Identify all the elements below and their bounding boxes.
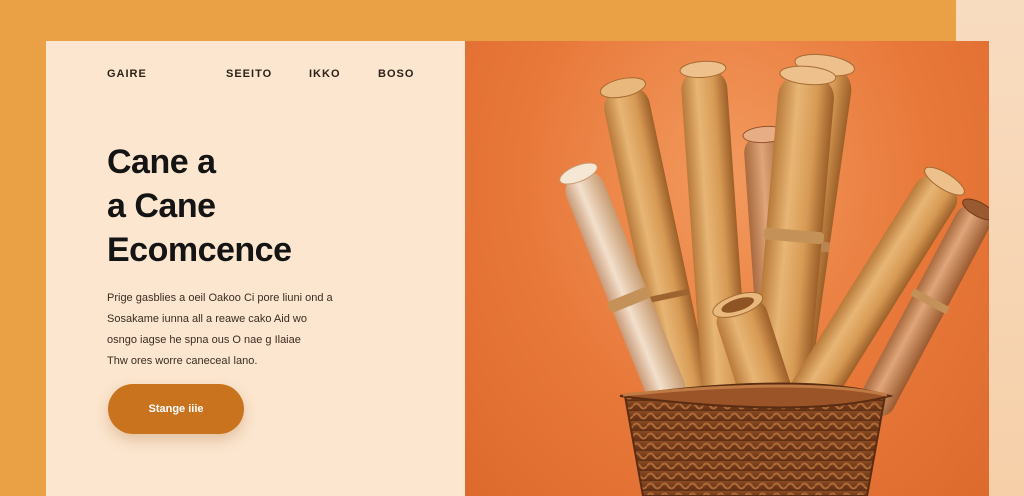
- hero-title-line: a Cane: [107, 187, 216, 225]
- description-line: Thw ores worre caneceaI lano.: [107, 355, 258, 367]
- hero-title-line: Ecomcence: [107, 231, 292, 269]
- hero-description: Prige gasblies a oeil Oakoo Ci pore liun…: [107, 288, 407, 372]
- nav-item-4[interactable]: BOSO: [378, 68, 414, 80]
- nav-item-3[interactable]: IKKO: [309, 68, 341, 80]
- nav-item-2[interactable]: SEEITO: [226, 68, 272, 80]
- nav-item-1[interactable]: GAIRE: [107, 68, 147, 80]
- description-line: Prige gasblies a oeil Oakoo Ci pore liun…: [107, 292, 333, 304]
- hero-title-line: Cane a: [107, 143, 216, 181]
- top-nav: GAIRE SEEITO IKKO BOSO: [107, 68, 445, 84]
- wicker-basket: [619, 382, 894, 496]
- description-line: osngo iagse he spna ous O nae g Ilaiae: [107, 334, 301, 346]
- cta-button[interactable]: Stange iiie: [108, 384, 244, 434]
- hero-card: GAIRE SEEITO IKKO BOSO Cane a a Cane Eco…: [46, 41, 989, 496]
- bamboo-basket-illustration: [559, 53, 989, 496]
- hero-left-panel: GAIRE SEEITO IKKO BOSO Cane a a Cane Eco…: [46, 41, 465, 496]
- description-line: Sosakame iunna all a reawe cako Aid wo: [107, 313, 307, 325]
- hero-image-panel: [465, 41, 989, 496]
- hero-title: Cane a a Cane Ecomcence: [107, 140, 292, 272]
